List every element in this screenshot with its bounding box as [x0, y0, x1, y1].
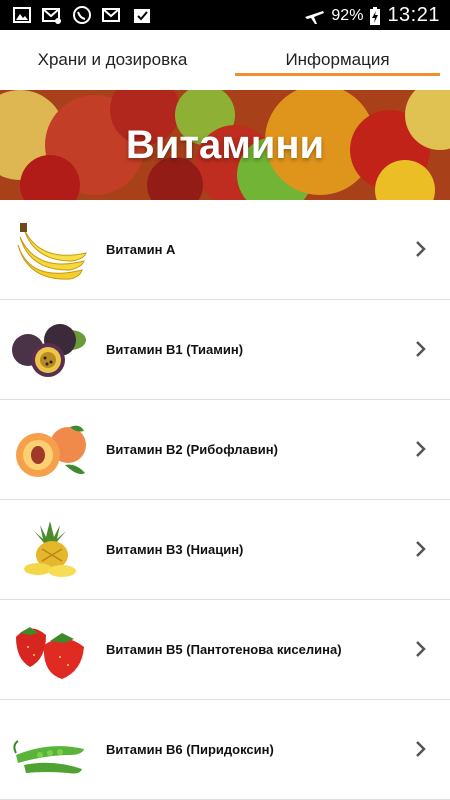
system-status: 92% 13:21	[303, 4, 440, 27]
email-icon	[102, 8, 120, 22]
list-item[interactable]: Витамин B6 (Пиридоксин)	[0, 700, 450, 800]
list-item-label: Витамин B2 (Рибофлавин)	[106, 442, 278, 457]
vitamin-list: Витамин А Витамин B1 (Тиамин) Витамин B2…	[0, 200, 450, 800]
list-item-label: Витамин B3 (Ниацин)	[106, 542, 244, 557]
active-tab-indicator	[235, 73, 440, 76]
list-item-label: Витамин А	[106, 242, 176, 257]
airplane-mode-icon	[305, 10, 325, 24]
tab-foods-dosage[interactable]: Храни и дозировка	[0, 30, 225, 90]
list-item-label: Витамин B1 (Тиамин)	[106, 342, 244, 357]
passion-fruit-icon	[12, 324, 86, 377]
strawberry-icon	[16, 627, 84, 679]
list-item[interactable]: Витамин B3 (Ниацин)	[0, 500, 450, 600]
banana-icon	[17, 223, 87, 280]
list-item[interactable]: Витамин А	[0, 200, 450, 300]
chevron-right-icon	[416, 441, 426, 457]
banner-title: Витамини	[125, 122, 325, 167]
status-bar: 92% 13:21	[0, 0, 450, 30]
chevron-right-icon	[416, 641, 426, 657]
peach-icon	[16, 425, 86, 477]
pineapple-icon	[24, 521, 76, 577]
gallery-icon	[13, 7, 31, 23]
banner: Витамини	[0, 90, 450, 200]
tab-bar: Храни и дозировка Информация	[0, 30, 450, 90]
battery-charging-icon	[370, 6, 381, 25]
chevron-right-icon	[416, 241, 426, 257]
tab-information[interactable]: Информация	[225, 30, 450, 90]
list-item[interactable]: Витамин B2 (Рибофлавин)	[0, 400, 450, 500]
list-item[interactable]: Витамин B5 (Пантотенова киселина)	[0, 600, 450, 700]
list-item-label: Витамин B5 (Пантотенова киселина)	[106, 642, 342, 657]
task-check-icon	[134, 9, 150, 23]
clock: 13:21	[387, 4, 440, 26]
chevron-right-icon	[416, 741, 426, 757]
pea-pod-icon	[13, 740, 84, 774]
notification-icons	[12, 5, 152, 25]
chevron-right-icon	[416, 341, 426, 357]
missed-email-icon	[42, 8, 61, 24]
list-item-label: Витамин B6 (Пиридоксин)	[106, 742, 274, 757]
viber-icon	[73, 6, 91, 24]
list-item[interactable]: Витамин B1 (Тиамин)	[0, 300, 450, 400]
chevron-right-icon	[416, 541, 426, 557]
battery-percent: 92%	[331, 6, 364, 24]
